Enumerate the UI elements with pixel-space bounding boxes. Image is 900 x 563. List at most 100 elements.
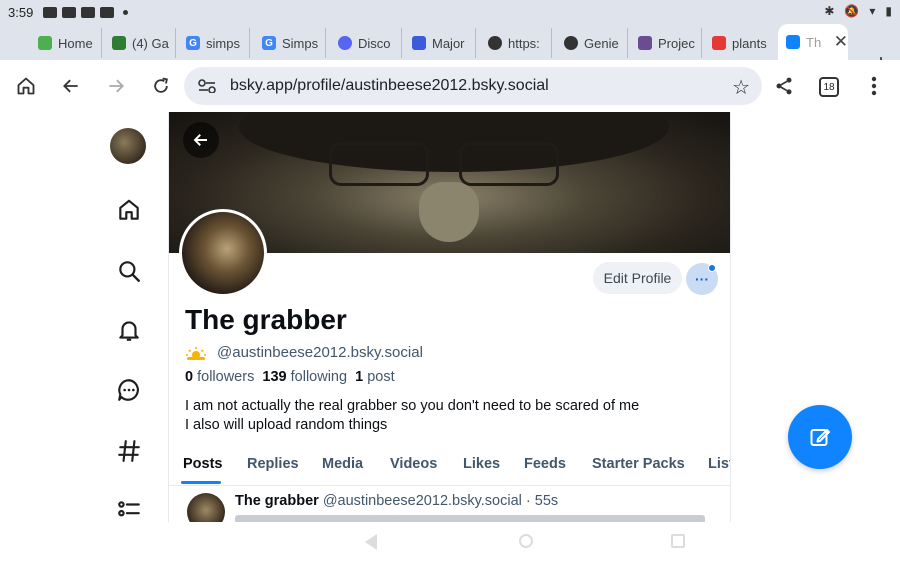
share-icon bbox=[776, 77, 792, 95]
tab-switcher-button[interactable]: 18 bbox=[819, 77, 839, 97]
clock: 3:59 bbox=[8, 4, 34, 20]
browser-toolbar: bsky.app/profile/austinbeese2012.bsky.so… bbox=[0, 60, 900, 112]
tab-lists[interactable]: List bbox=[708, 456, 730, 472]
posts-stat: 1 post bbox=[355, 369, 395, 385]
tab-genie[interactable]: Genie bbox=[556, 28, 628, 58]
posts-label: post bbox=[367, 369, 395, 385]
menu-button[interactable] bbox=[861, 73, 887, 99]
chat-icon[interactable] bbox=[116, 377, 142, 403]
more-notifications-dot bbox=[123, 9, 129, 15]
tab-discord[interactable]: Disco bbox=[330, 28, 402, 58]
back-button[interactable] bbox=[58, 73, 84, 99]
followers-link[interactable]: 0 followers bbox=[185, 369, 254, 385]
gamepad-icon bbox=[43, 6, 58, 18]
bluesky-icon bbox=[786, 35, 800, 49]
tab-google-search[interactable]: G simps bbox=[178, 28, 250, 58]
hashtag-icon[interactable] bbox=[116, 438, 142, 464]
tab-videos[interactable]: Videos bbox=[390, 456, 437, 472]
post-handle[interactable]: @austinbeese2012.bsky.social bbox=[323, 493, 522, 509]
wifi-icon: ▾ bbox=[869, 4, 876, 18]
post-text-placeholder bbox=[235, 515, 705, 522]
tab-major[interactable]: Major bbox=[404, 28, 476, 58]
tab-starter-packs[interactable]: Starter Packs bbox=[592, 456, 685, 472]
display-name: The grabber bbox=[185, 304, 347, 335]
tab-posts[interactable]: Posts bbox=[183, 456, 223, 472]
close-tab-icon[interactable]: ✕ bbox=[834, 32, 848, 52]
youtube-icon bbox=[81, 6, 96, 18]
bluetooth-icon: ✱ bbox=[824, 4, 835, 18]
following-count: 139 bbox=[262, 369, 287, 385]
handle-row: @austinbeese2012.bsky.social bbox=[185, 344, 423, 361]
tab-https[interactable]: https: bbox=[480, 28, 552, 58]
post-header: The grabber @austinbeese2012.bsky.social… bbox=[235, 493, 558, 509]
tab-google-search-2[interactable]: G Simps bbox=[254, 28, 326, 58]
banner-glasses-right bbox=[459, 142, 559, 186]
followers-label: followers bbox=[197, 369, 255, 385]
profile-bio: I am not actually the real grabber so yo… bbox=[185, 397, 639, 435]
home-icon bbox=[17, 77, 35, 95]
home-button[interactable] bbox=[13, 73, 39, 99]
compose-icon bbox=[810, 429, 830, 446]
active-tab-indicator bbox=[181, 481, 221, 484]
bookmark-star-icon[interactable]: ☆ bbox=[732, 75, 750, 100]
tab-favicon-icon bbox=[38, 36, 52, 50]
tab-favicon-icon bbox=[112, 36, 126, 50]
post-avatar[interactable] bbox=[187, 493, 225, 522]
google-icon: G bbox=[262, 36, 276, 50]
home-icon[interactable] bbox=[116, 197, 142, 223]
tab-likes[interactable]: Likes bbox=[463, 456, 500, 472]
profile-avatar[interactable] bbox=[179, 209, 267, 297]
address-bar[interactable]: bsky.app/profile/austinbeese2012.bsky.so… bbox=[184, 67, 762, 105]
reload-icon bbox=[154, 77, 168, 93]
profile-column: Edit Profile ··· The grabber @austinbees… bbox=[168, 112, 731, 522]
url-text[interactable]: bsky.app/profile/austinbeese2012.bsky.so… bbox=[230, 77, 549, 95]
post-author[interactable]: The grabber bbox=[235, 493, 319, 509]
tab-game[interactable]: (4) Ga bbox=[104, 28, 176, 58]
my-avatar[interactable] bbox=[110, 128, 146, 164]
edit-profile-button[interactable]: Edit Profile bbox=[593, 262, 682, 294]
tab-media[interactable]: Media bbox=[322, 456, 363, 472]
tab-replies[interactable]: Replies bbox=[247, 456, 299, 472]
discord-icon bbox=[338, 36, 352, 50]
list-icon[interactable] bbox=[116, 498, 142, 524]
compose-button[interactable] bbox=[788, 405, 852, 469]
post-time: · 55s bbox=[525, 493, 559, 509]
arrow-left-icon bbox=[193, 134, 207, 146]
battery-icon: ▮ bbox=[885, 4, 892, 18]
feed-post[interactable]: The grabber @austinbeese2012.bsky.social… bbox=[169, 487, 730, 522]
nav-recents-icon[interactable] bbox=[671, 534, 685, 548]
sun-cloud-icon bbox=[185, 346, 207, 360]
tab-bluesky-active[interactable]: Th ✕ bbox=[778, 24, 848, 60]
back-button[interactable] bbox=[183, 122, 219, 158]
posts-count: 1 bbox=[355, 369, 364, 385]
search-icon[interactable] bbox=[116, 258, 142, 284]
tab-project[interactable]: Projec bbox=[630, 28, 702, 58]
globe-icon bbox=[564, 36, 578, 50]
tab-favicon-icon bbox=[712, 36, 726, 50]
tab-home[interactable]: Home bbox=[30, 28, 102, 58]
banner-hat bbox=[239, 112, 669, 172]
more-vert-icon bbox=[871, 76, 877, 96]
tab-favicon-icon bbox=[412, 36, 426, 50]
reload-button[interactable] bbox=[148, 73, 174, 99]
followers-count: 0 bbox=[185, 369, 194, 385]
nav-back-icon[interactable] bbox=[365, 534, 377, 550]
globe-icon bbox=[488, 36, 502, 50]
banner-mask bbox=[419, 182, 479, 242]
arrow-right-icon bbox=[109, 79, 124, 93]
following-label: following bbox=[290, 369, 348, 385]
bell-icon[interactable] bbox=[116, 317, 142, 343]
notification-icon bbox=[100, 6, 115, 18]
google-icon: G bbox=[186, 36, 200, 50]
nav-home-icon[interactable] bbox=[519, 534, 533, 548]
profile-stats: 0 followers 139 following 1 post bbox=[185, 369, 395, 385]
system-nav-bar bbox=[0, 522, 900, 563]
profile-handle: @austinbeese2012.bsky.social bbox=[217, 344, 423, 361]
share-button[interactable] bbox=[771, 73, 797, 99]
tab-feeds[interactable]: Feeds bbox=[524, 456, 566, 472]
following-link[interactable]: 139 following bbox=[262, 369, 347, 385]
unread-dot bbox=[708, 264, 716, 272]
tab-plants[interactable]: plants bbox=[704, 28, 776, 58]
site-settings-icon[interactable] bbox=[198, 79, 216, 94]
forward-button[interactable] bbox=[103, 73, 129, 99]
